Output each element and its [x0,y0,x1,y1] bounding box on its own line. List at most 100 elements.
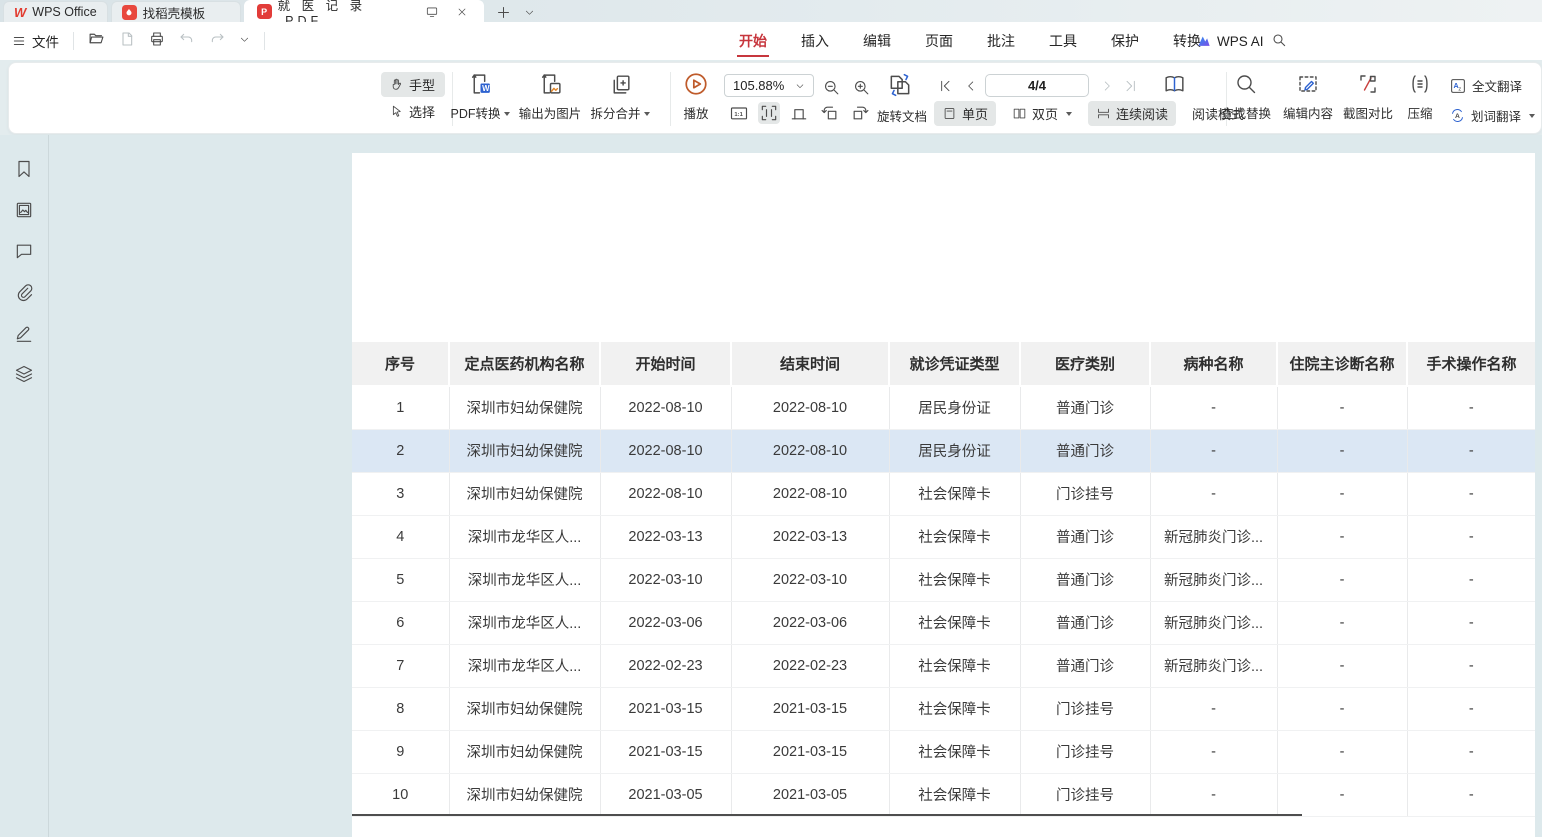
menu-search-icon[interactable] [1271,32,1287,53]
word-translate-icon: A [1449,107,1466,124]
tab-docer-templates[interactable]: 找稻壳模板 [111,1,241,22]
table-cell: - [1150,773,1277,816]
wps-ai-logo-icon [1196,34,1212,49]
undo-icon[interactable] [179,31,195,52]
rotate-document-label[interactable]: 旋转文档 [877,106,927,125]
file-menu-button[interactable]: 文件 [12,31,59,51]
actual-size-button[interactable]: 1:1 [728,102,750,124]
table-cell: 深圳市妇幼保健院 [449,687,600,730]
print-icon[interactable] [149,31,165,52]
previous-page-button[interactable] [961,76,981,96]
pdf-convert-icon: W [440,70,520,98]
table-cell: 5 [352,558,449,601]
bookmark-icon[interactable] [12,157,36,181]
double-page-button[interactable]: 双页 [1004,101,1080,126]
read-mode-icon[interactable] [1159,70,1189,98]
select-tool-button[interactable]: 选择 [381,99,445,124]
table-cell: - [1277,601,1407,644]
find-replace-button[interactable]: 查找替换 [1215,70,1277,122]
word-translate-button[interactable]: A 划词翻译 [1449,106,1535,125]
quickbar-more-chevron-icon[interactable] [239,32,250,50]
table-cell: 深圳市妇幼保健院 [449,773,600,816]
pdf-file-icon: P [257,4,272,19]
new-tab-button[interactable] [494,2,514,22]
table-cell: 新冠肺炎门诊... [1150,644,1277,687]
full-translate-button[interactable]: Az 全文翻译 [1449,76,1522,95]
edit-content-icon [1277,70,1339,98]
quick-access-bar: 文件 开始插入编辑页面批注工具保护转换 [0,22,1542,60]
table-cell: 2022-03-06 [600,601,731,644]
send-to-device-icon[interactable] [423,2,441,22]
menu-tab-4[interactable]: 批注 [985,22,1017,60]
table-cell: - [1277,773,1407,816]
zoom-in-button[interactable] [850,76,872,98]
last-page-button[interactable] [1121,76,1141,96]
fit-width-button[interactable] [758,102,780,124]
wps-ai-button[interactable]: WPS AI [1196,22,1264,60]
rotate-left-button[interactable] [819,102,841,124]
tab-document-active[interactable]: P 就 医 记 录 .PDF [244,0,484,22]
layers-icon[interactable] [12,362,36,386]
zoom-level-select[interactable]: 105.88% [724,74,814,97]
dropdown-caret [644,112,650,116]
table-cell: 2022-02-23 [731,644,889,687]
open-file-icon[interactable] [88,30,105,52]
close-tab-icon[interactable] [453,2,471,22]
split-merge-button[interactable]: 拆分合并 [580,70,660,122]
save-icon[interactable] [119,31,135,52]
first-page-button[interactable] [935,76,955,96]
table-row: 8深圳市妇幼保健院2021-03-152021-03-15社会保障卡门诊挂号--… [352,687,1535,730]
pdf-convert-button[interactable]: W PDF转换 [440,70,520,122]
column-header: 就诊凭证类型 [889,342,1020,386]
table-cell: 普通门诊 [1020,429,1150,472]
zoom-value: 105.88% [733,78,784,93]
menu-tab-2[interactable]: 编辑 [861,22,893,60]
menu-tab-6[interactable]: 保护 [1109,22,1141,60]
tab-list-chevron-icon[interactable] [520,2,540,22]
rotate-document-icon[interactable] [885,71,915,99]
rotate-right-button[interactable] [849,102,871,124]
thumbnail-icon[interactable] [12,198,36,222]
compress-button[interactable]: 压缩 [1392,70,1448,122]
next-page-button[interactable] [1097,76,1117,96]
menu-tab-5[interactable]: 工具 [1047,22,1079,60]
column-header: 开始时间 [600,342,731,386]
find-replace-icon [1215,70,1277,98]
redo-icon[interactable] [209,31,225,52]
play-button[interactable]: 播放 [673,70,719,122]
single-page-button[interactable]: 单页 [934,101,996,126]
page-number-input[interactable]: 4/4 [985,74,1089,97]
hand-tool-button[interactable]: 手型 [381,72,445,97]
zoom-out-button[interactable] [820,76,842,98]
table-row: 4深圳市龙华区人...2022-03-132022-03-13社会保障卡普通门诊… [352,515,1535,558]
table-cell: 3 [352,472,449,515]
wps-ai-label: WPS AI [1217,34,1264,49]
column-header: 定点医药机构名称 [449,342,600,386]
menu-tab-0[interactable]: 开始 [737,22,769,60]
table-cell: - [1150,730,1277,773]
attachment-icon[interactable] [12,280,36,304]
table-row: 7深圳市龙华区人...2022-02-232022-02-23社会保障卡普通门诊… [352,644,1535,687]
edit-content-button[interactable]: 编辑内容 [1277,70,1339,122]
menu-tab-3[interactable]: 页面 [923,22,955,60]
table-cell: 2022-03-13 [600,515,731,558]
medical-records-table: 序号定点医药机构名称开始时间结束时间就诊凭证类型医疗类别病种名称住院主诊断名称手… [352,342,1535,817]
table-row: 9深圳市妇幼保健院2021-03-152021-03-15社会保障卡门诊挂号--… [352,730,1535,773]
continuous-read-icon [1096,106,1111,121]
column-header: 住院主诊断名称 [1277,342,1407,386]
table-cell: 2021-03-15 [731,730,889,773]
tab-wps-office[interactable]: W WPS Office [3,1,108,22]
comment-icon[interactable] [12,239,36,263]
table-cell: - [1277,429,1407,472]
tab-label: WPS Office [32,5,96,19]
signature-pen-icon[interactable] [12,321,36,345]
tab-bar: W WPS Office 找稻壳模板 P 就 医 记 录 .PDF [0,0,1542,22]
export-image-button[interactable]: 输出为图片 [510,70,590,122]
table-row: 3深圳市妇幼保健院2022-08-102022-08-10社会保障卡门诊挂号--… [352,472,1535,515]
fit-page-button[interactable] [788,102,810,124]
table-header-row: 序号定点医药机构名称开始时间结束时间就诊凭证类型医疗类别病种名称住院主诊断名称手… [352,342,1535,386]
menu-tab-1[interactable]: 插入 [799,22,831,60]
table-cell: 社会保障卡 [889,773,1020,816]
screenshot-compare-button[interactable]: 截图对比 [1337,70,1399,122]
continuous-read-button[interactable]: 连续阅读 [1088,101,1176,126]
